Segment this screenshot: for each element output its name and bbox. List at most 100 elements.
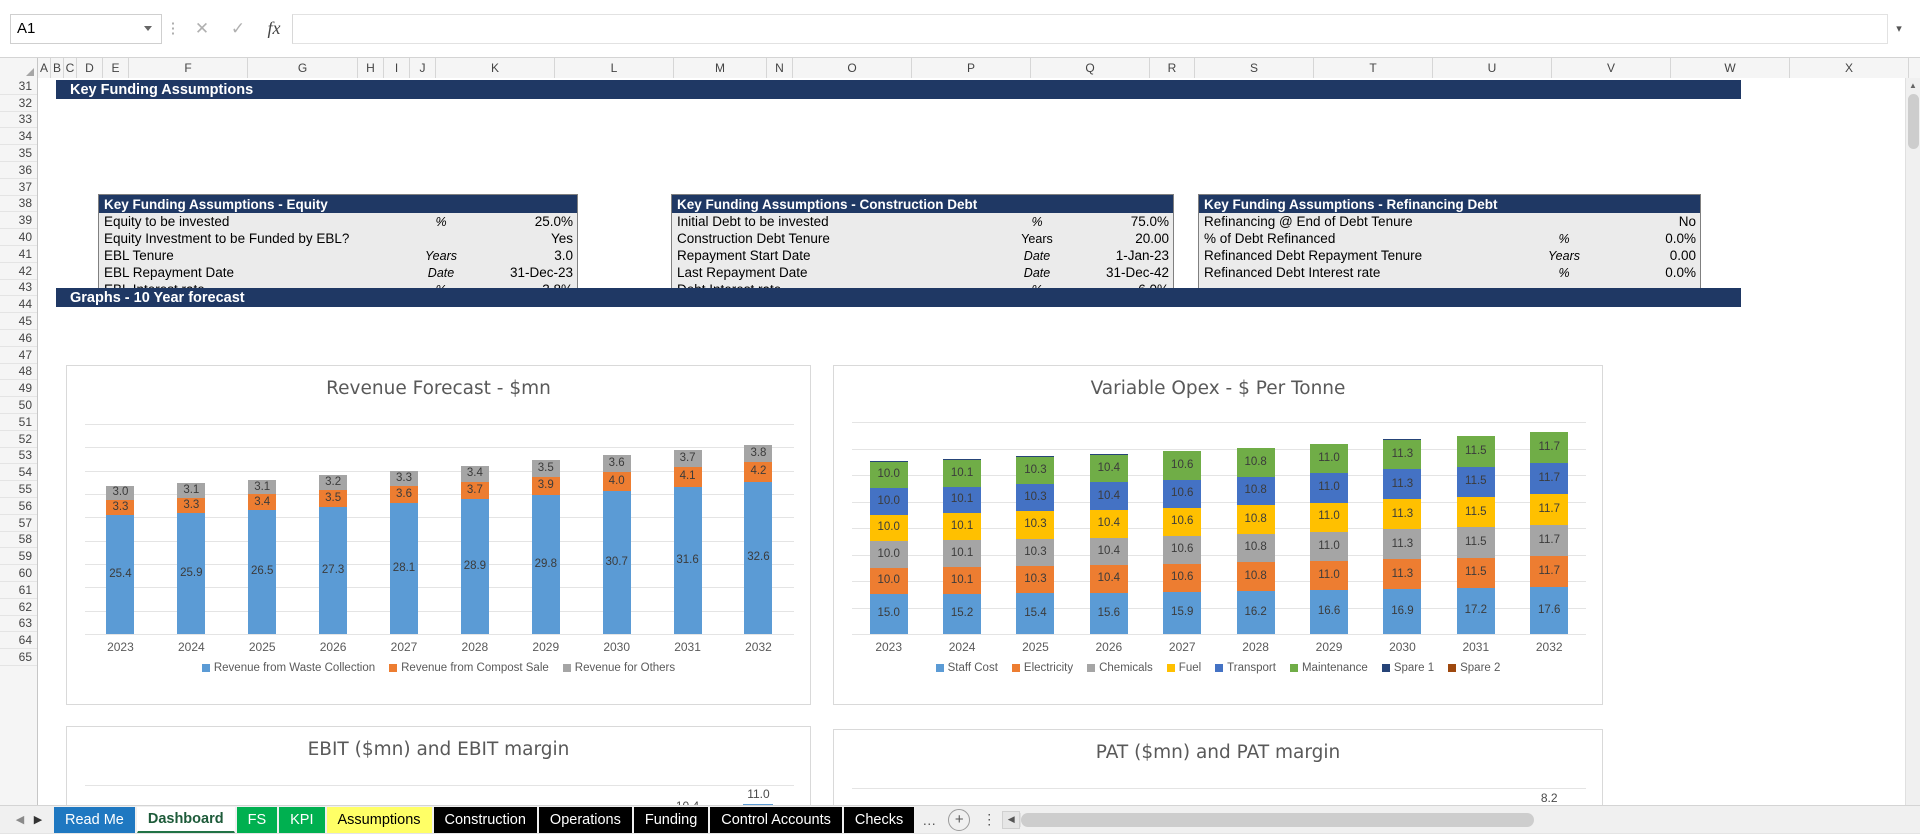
bar-segment[interactable]: 10.3	[1016, 565, 1055, 594]
bar-segment[interactable]: 16.2	[1236, 591, 1275, 634]
legend-item[interactable]: Transport	[1215, 662, 1276, 674]
column-header-l[interactable]: L	[555, 58, 674, 78]
legend-item[interactable]: Fuel	[1166, 662, 1201, 674]
bar-segment[interactable]: 10.3	[1016, 484, 1055, 512]
bar-segment[interactable]: 3.5	[531, 460, 560, 477]
bar-segment[interactable]: 10.1	[943, 459, 982, 487]
bar-segment[interactable]: 11.7	[1530, 463, 1569, 495]
bar-segment[interactable]: 3.3	[106, 500, 135, 516]
bar-group[interactable]: 10.3 10.3 10.3 10.3 10.3 15.4	[1016, 456, 1055, 634]
bar-segment[interactable]: 29.8	[531, 494, 560, 634]
row-value[interactable]: 1-Jan-23	[1083, 248, 1169, 263]
bar-segment[interactable]: 3.4	[248, 494, 277, 511]
row-header-37[interactable]: 37	[0, 179, 37, 196]
legend-item[interactable]: Revenue for Others	[562, 662, 675, 674]
bar-segment[interactable]: 11.3	[1383, 499, 1422, 530]
column-header-w[interactable]: W	[1671, 58, 1790, 78]
bar-group[interactable]: 11.0	[743, 788, 774, 805]
column-header-p[interactable]: P	[912, 58, 1031, 78]
bar-segment[interactable]: 28.9	[460, 499, 489, 634]
bar-segment[interactable]: 10.6	[1163, 535, 1202, 564]
bar-segment[interactable]: 11.5	[1456, 466, 1495, 498]
bar-segment[interactable]: 31.6	[673, 486, 702, 634]
row-header-39[interactable]: 39	[0, 212, 37, 230]
row-value[interactable]: 0.0%	[1610, 231, 1696, 246]
bar-segment[interactable]: 10.8	[1236, 562, 1275, 592]
row-header-49[interactable]: 49	[0, 380, 37, 398]
column-header-h[interactable]: H	[358, 58, 384, 78]
vertical-scroll-thumb[interactable]	[1908, 94, 1919, 149]
bar-segment[interactable]: 10.4	[1089, 482, 1128, 511]
row-value[interactable]: 0.00	[1610, 248, 1696, 263]
bar-segment[interactable]: 11.0	[1310, 444, 1349, 474]
legend-item[interactable]: Staff Cost	[935, 662, 998, 674]
sheet-overflow-icon[interactable]: …	[916, 812, 942, 828]
bar-segment[interactable]: 10.3	[1016, 538, 1055, 566]
row-header-35[interactable]: 35	[0, 145, 37, 162]
plus-circle-icon[interactable]: +	[948, 808, 971, 831]
bar-segment[interactable]: 28.1	[390, 502, 418, 634]
row-value[interactable]: 20.00	[1083, 231, 1169, 246]
horizontal-scroll-track[interactable]	[1020, 812, 1920, 827]
row-value[interactable]: 31-Dec-42	[1083, 265, 1169, 280]
fx-icon[interactable]: fx	[256, 14, 292, 44]
sheet-tab-construction[interactable]: Construction	[433, 806, 537, 833]
bar-segment[interactable]: 3.2	[319, 475, 348, 491]
bar-segment[interactable]: 32.6	[744, 481, 773, 634]
bar-segment[interactable]: 11.0	[1310, 502, 1349, 532]
row-value[interactable]: 25.0%	[487, 214, 573, 229]
column-header-r[interactable]: R	[1150, 58, 1195, 78]
bar-segment[interactable]: 11.7	[1530, 556, 1569, 588]
bar-group[interactable]: 3.6 4.0 30.7	[602, 455, 631, 634]
row-header-51[interactable]: 51	[0, 414, 37, 431]
bar-group[interactable]: 3.8 4.2 32.6	[744, 444, 773, 634]
bar-segment[interactable]: 11.0	[1310, 560, 1349, 591]
bar-segment[interactable]: 10.4	[1089, 454, 1128, 483]
formula-bar-dots-icon[interactable]: ⋮	[162, 21, 184, 36]
bar-segment[interactable]: 10.3	[1016, 456, 1055, 485]
row-header-52[interactable]: 52	[0, 431, 37, 448]
row-header-48[interactable]: 48	[0, 364, 37, 381]
sheet-tab-control-accounts[interactable]: Control Accounts	[710, 806, 842, 833]
bar-segment[interactable]: 26.5	[248, 510, 277, 634]
row-header-47[interactable]: 47	[0, 347, 37, 364]
row-header-56[interactable]: 56	[0, 498, 37, 515]
column-header-v[interactable]: V	[1552, 58, 1671, 78]
column-header-i[interactable]: I	[384, 58, 410, 78]
bar-group[interactable]: 11.5 11.5 11.5 11.5 11.5 17.2	[1456, 435, 1495, 634]
row-header-57[interactable]: 57	[0, 515, 37, 532]
formula-input[interactable]	[292, 13, 1888, 44]
column-header-c[interactable]: C	[64, 58, 77, 78]
bar-segment[interactable]: 10.0	[869, 541, 908, 568]
column-header-q[interactable]: Q	[1031, 58, 1150, 78]
bar-segment[interactable]: 30.7	[602, 490, 631, 634]
bar-segment[interactable]: 11.3	[1383, 529, 1422, 560]
sheet-tab-funding[interactable]: Funding	[633, 806, 709, 833]
column-header-n[interactable]: N	[767, 58, 793, 78]
bar-segment[interactable]: 15.6	[1089, 592, 1128, 634]
row-header-32[interactable]: 32	[0, 95, 37, 112]
bar-segment[interactable]: 11.3	[1383, 559, 1422, 590]
bar-segment[interactable]: 15.2	[943, 593, 982, 634]
row-value[interactable]: 31-Dec-23	[487, 265, 573, 280]
chevron-down-icon[interactable]	[144, 26, 152, 31]
horizontal-scrollbar[interactable]: ◀	[1002, 810, 1920, 829]
sheet-tab-dashboard[interactable]: Dashboard	[136, 806, 235, 833]
bar-segment[interactable]: 10.4	[1089, 537, 1128, 566]
row-header-61[interactable]: 61	[0, 582, 37, 599]
bar-segment[interactable]: 3.7	[460, 481, 489, 500]
row-header-42[interactable]: 42	[0, 263, 37, 280]
row-header-54[interactable]: 54	[0, 464, 37, 482]
check-icon[interactable]: ✓	[220, 14, 256, 44]
bar-segment[interactable]: 3.1	[177, 483, 206, 498]
bar-segment[interactable]: 10.4	[1089, 565, 1128, 593]
row-header-46[interactable]: 46	[0, 330, 37, 347]
bar-group[interactable]: 10.4 10.4 10.4 10.4 10.4 15.6	[1089, 454, 1128, 634]
bar-group[interactable]: 3.4 3.7 28.9	[460, 466, 489, 634]
legend-item[interactable]: Revenue from Compost Sale	[389, 662, 549, 674]
row-value[interactable]: No	[1610, 214, 1696, 229]
row-header-34[interactable]: 34	[0, 128, 37, 146]
bar-segment[interactable]: 11.7	[1530, 525, 1569, 557]
column-header-o[interactable]: O	[793, 58, 912, 78]
legend-item[interactable]: Maintenance	[1289, 662, 1368, 674]
